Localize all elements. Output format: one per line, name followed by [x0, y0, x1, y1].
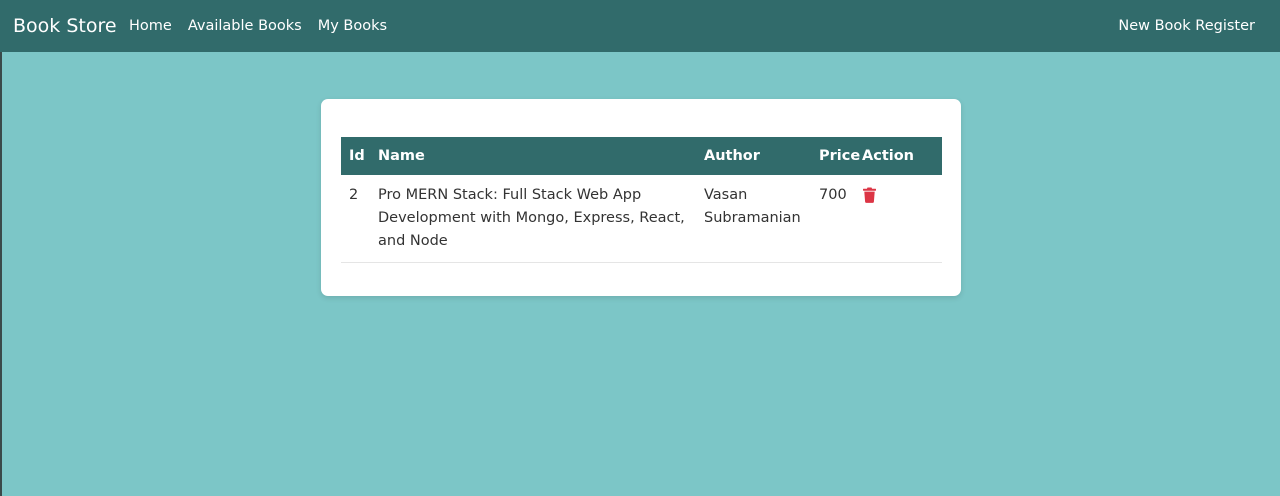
nav-link-my-books[interactable]: My Books [318, 16, 387, 36]
brand-title[interactable]: Book Store [13, 13, 117, 39]
nav-links: Home Available Books My Books [129, 16, 387, 36]
navbar: Book Store Home Available Books My Books… [0, 0, 1280, 52]
cell-action [854, 175, 942, 263]
nav-link-new-book-register[interactable]: New Book Register [1118, 16, 1255, 36]
header-name: Name [378, 148, 425, 164]
books-table: Id Name Author Price Action 2 Pro MERN S… [341, 137, 942, 263]
nav-link-available-books[interactable]: Available Books [188, 16, 302, 36]
trash-icon[interactable] [863, 187, 876, 211]
window-left-edge [0, 0, 2, 496]
header-author: Author [704, 148, 760, 164]
cell-author: Vasan Subramanian [704, 187, 801, 226]
header-id: Id [349, 148, 365, 164]
table-header-row: Id Name Author Price Action [341, 137, 942, 175]
header-action: Action [862, 148, 915, 164]
header-price: Price [819, 148, 861, 164]
cell-id: 2 [349, 187, 359, 203]
cell-price: 700 [819, 187, 847, 203]
books-card: Id Name Author Price Action 2 Pro MERN S… [321, 99, 961, 296]
cell-name: Pro MERN Stack: Full Stack Web App Devel… [378, 187, 685, 249]
nav-link-home[interactable]: Home [129, 16, 172, 36]
table-row: 2 Pro MERN Stack: Full Stack Web App Dev… [341, 175, 942, 263]
